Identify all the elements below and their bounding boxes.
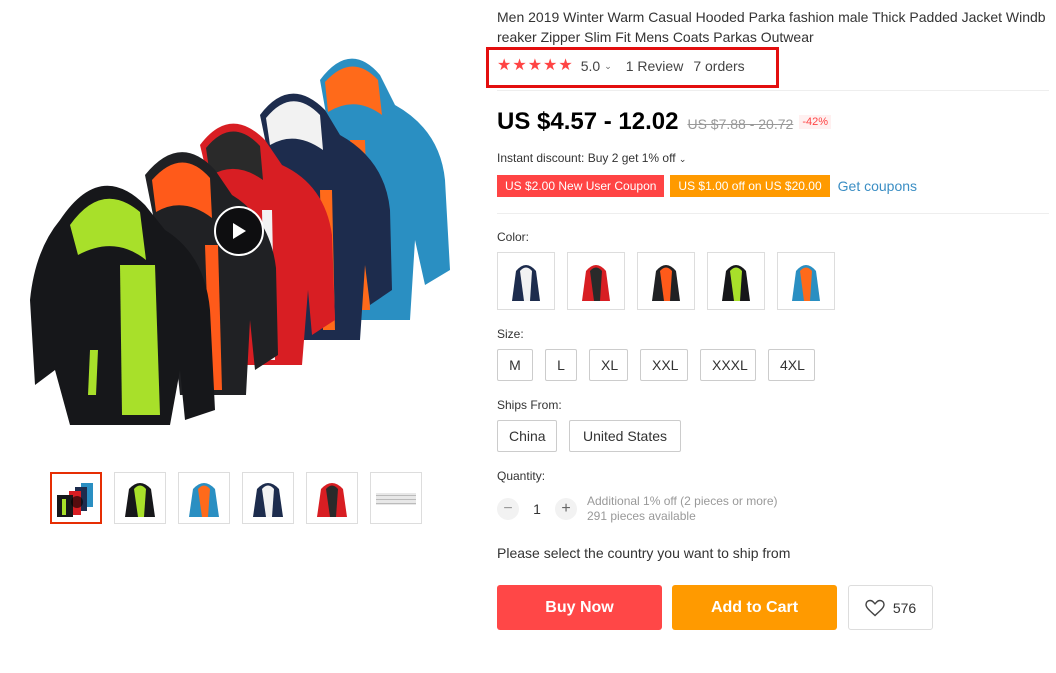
thumbnail-image bbox=[253, 483, 283, 517]
jacket-black-green-icon bbox=[722, 265, 750, 301]
coupon-row: US $2.00 New User Coupon US $1.00 off on… bbox=[497, 175, 917, 197]
new-user-coupon[interactable]: US $2.00 New User Coupon bbox=[497, 175, 665, 197]
increase-quantity-button[interactable]: + bbox=[555, 498, 577, 520]
thumbnail-6[interactable] bbox=[370, 472, 422, 524]
action-buttons: Buy Now Add to Cart 576 bbox=[497, 585, 933, 630]
thumbnail-5[interactable] bbox=[306, 472, 358, 524]
size-option[interactable]: XL bbox=[589, 349, 628, 381]
size-option[interactable]: XXXL bbox=[700, 349, 756, 381]
rating-row: ★ ★ ★ ★ ★ 5.0 ⌄ 1 Review 7 orders bbox=[497, 56, 745, 76]
jacket-navy-icon bbox=[512, 265, 540, 301]
divider bbox=[497, 213, 1049, 214]
color-swatch-red[interactable] bbox=[567, 252, 625, 310]
thumbnail-2[interactable] bbox=[114, 472, 166, 524]
ships-from-options: China United States bbox=[497, 420, 681, 452]
thumbnail-image bbox=[189, 483, 219, 517]
star-icon: ★ bbox=[527, 57, 543, 74]
color-label: Color: bbox=[497, 230, 530, 244]
get-coupons-link[interactable]: Get coupons bbox=[838, 178, 917, 194]
store-coupon[interactable]: US $1.00 off on US $20.00 bbox=[670, 175, 830, 197]
thumbnail-image bbox=[317, 483, 347, 517]
rating-value[interactable]: 5.0 bbox=[581, 58, 600, 74]
quantity-value[interactable]: 1 bbox=[519, 501, 555, 517]
play-video-button[interactable] bbox=[214, 206, 264, 256]
jacket-black-orange-icon bbox=[652, 265, 680, 301]
divider bbox=[497, 90, 1049, 91]
jacket-blue-orange-icon bbox=[792, 265, 820, 301]
play-icon bbox=[233, 223, 246, 239]
quantity-stepper: − 1 + Additional 1% off (2 pieces or mor… bbox=[497, 494, 778, 524]
thumbnail-image bbox=[57, 483, 93, 517]
size-chart-thumbnail bbox=[376, 493, 416, 505]
discount-badge: -42% bbox=[799, 115, 831, 129]
quantity-label: Quantity: bbox=[497, 469, 546, 483]
color-swatch-black-green[interactable] bbox=[707, 252, 765, 310]
decrease-quantity-button[interactable]: − bbox=[497, 498, 519, 520]
size-option[interactable]: M bbox=[497, 349, 533, 381]
chevron-down-icon: ⌄ bbox=[678, 154, 687, 164]
size-options: M L XL XXL XXXL 4XL bbox=[497, 349, 815, 381]
heart-icon bbox=[865, 599, 885, 616]
rating-stars: ★ ★ ★ ★ ★ bbox=[497, 56, 573, 76]
bulk-discount-note: Additional 1% off (2 pieces or more) bbox=[587, 494, 778, 508]
jacket-red-icon bbox=[582, 265, 610, 301]
size-label: Size: bbox=[497, 327, 524, 341]
price-row: US $4.57 - 12.02 US $7.88 - 20.72 -42% bbox=[497, 108, 831, 136]
size-option[interactable]: XXL bbox=[640, 349, 688, 381]
instant-discount-text: Instant discount: Buy 2 get 1% off bbox=[497, 151, 676, 165]
size-option[interactable]: L bbox=[545, 349, 577, 381]
ships-from-label: Ships From: bbox=[497, 398, 562, 412]
star-icon: ★ bbox=[497, 57, 512, 74]
current-price: US $4.57 - 12.02 bbox=[497, 108, 679, 135]
order-count: 7 orders bbox=[693, 58, 745, 74]
star-icon: ★ bbox=[543, 57, 558, 74]
review-count-link[interactable]: 1 Review bbox=[626, 58, 684, 74]
product-title: Men 2019 Winter Warm Casual Hooded Parka… bbox=[497, 9, 1046, 45]
add-to-cart-button[interactable]: Add to Cart bbox=[672, 585, 837, 630]
star-icon: ★ bbox=[558, 57, 573, 74]
buy-now-button[interactable]: Buy Now bbox=[497, 585, 662, 630]
product-gallery bbox=[20, 20, 460, 460]
ships-from-china[interactable]: China bbox=[497, 420, 557, 452]
ship-country-note: Please select the country you want to sh… bbox=[497, 545, 791, 561]
wishlist-button[interactable]: 576 bbox=[848, 585, 933, 630]
thumbnail-4[interactable] bbox=[242, 472, 294, 524]
color-swatch-black-orange[interactable] bbox=[637, 252, 695, 310]
size-option[interactable]: 4XL bbox=[768, 349, 815, 381]
color-swatch-navy-white[interactable] bbox=[497, 252, 555, 310]
instant-discount[interactable]: Instant discount: Buy 2 get 1% off ⌄ bbox=[497, 151, 686, 165]
available-pieces: 291 pieces available bbox=[587, 509, 696, 523]
ships-from-united-states[interactable]: United States bbox=[569, 420, 681, 452]
star-icon: ★ bbox=[512, 57, 527, 74]
thumbnail-1[interactable] bbox=[50, 472, 102, 524]
wishlist-count: 576 bbox=[892, 599, 917, 616]
thumbnail-strip bbox=[50, 472, 422, 524]
thumbnail-image bbox=[125, 483, 155, 517]
quantity-note: Additional 1% off (2 pieces or more) 291… bbox=[587, 494, 778, 524]
original-price: US $7.88 - 20.72 bbox=[687, 116, 794, 132]
thumbnail-3[interactable] bbox=[178, 472, 230, 524]
chevron-down-icon[interactable]: ⌄ bbox=[604, 61, 612, 72]
color-swatches bbox=[497, 252, 835, 310]
color-swatch-blue-orange[interactable] bbox=[777, 252, 835, 310]
